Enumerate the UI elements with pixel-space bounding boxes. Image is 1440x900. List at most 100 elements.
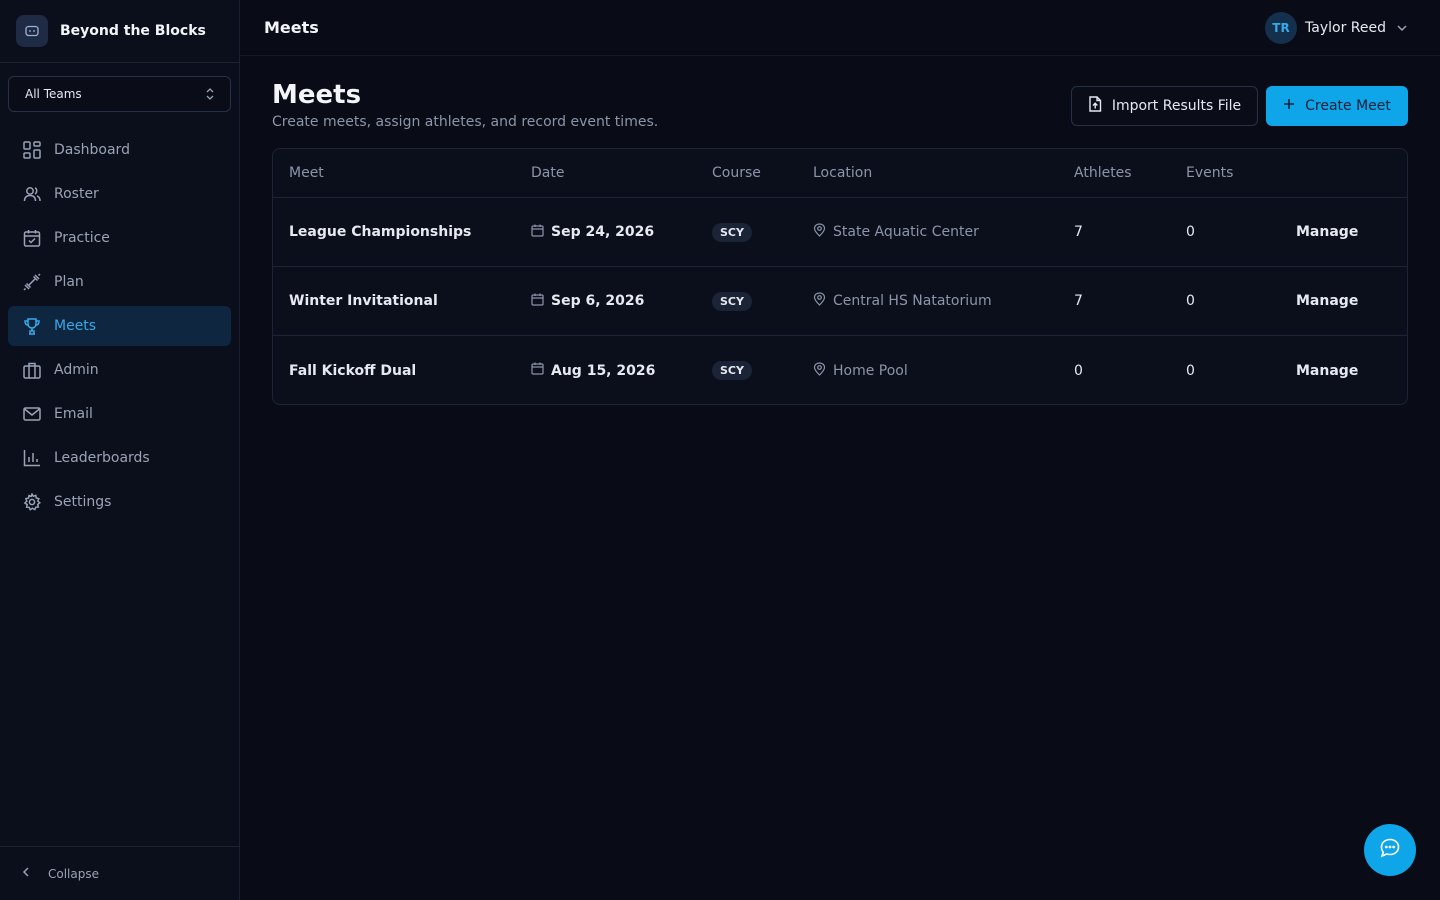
sidebar-item-practice[interactable]: Practice bbox=[8, 218, 231, 258]
create-meet-button[interactable]: Create Meet bbox=[1266, 86, 1408, 126]
sidebar-item-label: Settings bbox=[54, 494, 112, 510]
chat-bubble-icon bbox=[1379, 837, 1401, 863]
table-row[interactable]: Winter Invitational Sep 6, 2026 SCY Cent… bbox=[273, 267, 1407, 336]
trophy-icon bbox=[22, 316, 42, 336]
team-selector[interactable]: All Teams bbox=[8, 76, 231, 112]
course-cell: SCY bbox=[712, 198, 752, 266]
chevron-left-icon bbox=[20, 866, 32, 881]
mail-icon bbox=[22, 404, 42, 424]
sidebar-item-settings[interactable]: Settings bbox=[8, 482, 231, 522]
date-text: Sep 24, 2026 bbox=[551, 224, 655, 240]
create-meet-label: Create Meet bbox=[1305, 98, 1391, 114]
meets-table: Meet Date Course Location Athletes Event… bbox=[272, 148, 1408, 405]
plus-icon bbox=[1283, 98, 1295, 114]
page-title: Meets bbox=[272, 80, 362, 110]
sidebar-item-plan[interactable]: Plan bbox=[8, 262, 231, 302]
dumbbell-icon bbox=[22, 272, 42, 292]
collapse-label: Collapse bbox=[48, 866, 99, 881]
chevron-down-icon bbox=[1396, 19, 1408, 38]
user-menu[interactable]: TR Taylor Reed bbox=[1265, 12, 1408, 44]
meet-name[interactable]: League Championships bbox=[289, 198, 471, 266]
location-text: State Aquatic Center bbox=[833, 224, 979, 240]
map-pin-icon bbox=[813, 361, 826, 380]
sidebar-item-label: Leaderboards bbox=[54, 450, 150, 466]
course-cell: SCY bbox=[712, 267, 752, 335]
meet-date: Aug 15, 2026 bbox=[531, 336, 656, 404]
sidebar-item-meets[interactable]: Meets bbox=[8, 306, 231, 346]
sidebar-item-label: Dashboard bbox=[54, 142, 130, 158]
topbar: Meets TR Taylor Reed bbox=[240, 0, 1440, 56]
import-results-label: Import Results File bbox=[1111, 98, 1242, 114]
manage-button[interactable]: Manage bbox=[1296, 198, 1358, 266]
location-text: Home Pool bbox=[833, 362, 908, 379]
meet-date: Sep 24, 2026 bbox=[531, 198, 654, 266]
header-date[interactable]: Date bbox=[531, 149, 564, 197]
map-pin-icon bbox=[813, 223, 826, 241]
events-count: 0 bbox=[1186, 293, 1195, 309]
sidebar-item-roster[interactable]: Roster bbox=[8, 174, 231, 214]
location-cell: Central HS Natatorium bbox=[813, 267, 992, 335]
sidebar: Beyond the Blocks All Teams Dashboard Ro… bbox=[0, 0, 240, 900]
briefcase-icon bbox=[22, 360, 42, 380]
table-row[interactable]: Fall Kickoff Dual Aug 15, 2026 SCY Home … bbox=[273, 336, 1407, 404]
course-badge: SCY bbox=[712, 291, 752, 311]
user-name: Taylor Reed bbox=[1305, 20, 1386, 36]
chat-button[interactable] bbox=[1364, 824, 1416, 876]
meet-name[interactable]: Winter Invitational bbox=[289, 267, 438, 335]
import-results-button[interactable]: Import Results File bbox=[1071, 86, 1258, 126]
meet-date: Sep 6, 2026 bbox=[531, 267, 644, 335]
brand[interactable]: Beyond the Blocks bbox=[0, 0, 239, 63]
calendar-icon bbox=[531, 224, 544, 241]
users-icon bbox=[22, 184, 42, 204]
calendar-icon bbox=[531, 293, 544, 310]
manage-button[interactable]: Manage bbox=[1296, 336, 1358, 404]
course-badge: SCY bbox=[712, 222, 752, 242]
location-text: Central HS Natatorium bbox=[833, 293, 992, 309]
avatar: TR bbox=[1265, 12, 1298, 44]
course-cell: SCY bbox=[712, 336, 752, 404]
file-upload-icon bbox=[1088, 96, 1102, 116]
sidebar-item-label: Meets bbox=[54, 318, 97, 334]
table-header: Meet Date Course Location Athletes Event… bbox=[273, 149, 1407, 198]
collapse-button[interactable]: Collapse bbox=[0, 846, 239, 900]
header-course[interactable]: Course bbox=[712, 149, 761, 197]
sidebar-item-label: Plan bbox=[54, 274, 84, 290]
table-row[interactable]: League Championships Sep 24, 2026 SCY St… bbox=[273, 198, 1407, 267]
events-count: 0 bbox=[1186, 362, 1195, 379]
sidebar-item-label: Admin bbox=[54, 362, 99, 378]
sidebar-item-leaderboards[interactable]: Leaderboards bbox=[8, 438, 231, 478]
team-selector-value: All Teams bbox=[25, 87, 82, 101]
sidebar-item-admin[interactable]: Admin bbox=[8, 350, 231, 390]
course-badge: SCY bbox=[712, 361, 752, 380]
athletes-count: 0 bbox=[1074, 362, 1083, 379]
calendar-check-icon bbox=[22, 228, 42, 248]
athletes-count: 7 bbox=[1074, 293, 1083, 309]
sidebar-item-label: Roster bbox=[54, 186, 99, 202]
events-count: 0 bbox=[1186, 224, 1195, 240]
header-meet[interactable]: Meet bbox=[289, 149, 324, 197]
header-athletes[interactable]: Athletes bbox=[1074, 149, 1132, 197]
athletes-count: 7 bbox=[1074, 224, 1083, 240]
sidebar-nav: Dashboard Roster Practice Plan Meets Adm… bbox=[8, 130, 231, 526]
header-events[interactable]: Events bbox=[1186, 149, 1233, 197]
sidebar-item-email[interactable]: Email bbox=[8, 394, 231, 434]
date-text: Sep 6, 2026 bbox=[551, 293, 645, 309]
sidebar-item-dashboard[interactable]: Dashboard bbox=[8, 130, 231, 170]
location-cell: State Aquatic Center bbox=[813, 198, 979, 266]
bar-chart-icon bbox=[22, 448, 42, 468]
grid-icon bbox=[22, 140, 42, 160]
sidebar-item-label: Practice bbox=[54, 230, 110, 246]
chevron-up-down-icon bbox=[204, 86, 216, 105]
brand-name: Beyond the Blocks bbox=[60, 23, 206, 39]
map-pin-icon bbox=[813, 292, 826, 310]
calendar-icon bbox=[531, 362, 544, 379]
gear-icon bbox=[22, 492, 42, 512]
meet-name[interactable]: Fall Kickoff Dual bbox=[289, 336, 416, 404]
header-location[interactable]: Location bbox=[813, 149, 872, 197]
date-text: Aug 15, 2026 bbox=[551, 362, 656, 379]
sidebar-item-label: Email bbox=[54, 406, 93, 422]
topbar-title: Meets bbox=[264, 18, 319, 37]
swim-logo-icon bbox=[16, 15, 48, 47]
manage-button[interactable]: Manage bbox=[1296, 267, 1358, 335]
location-cell: Home Pool bbox=[813, 336, 908, 404]
